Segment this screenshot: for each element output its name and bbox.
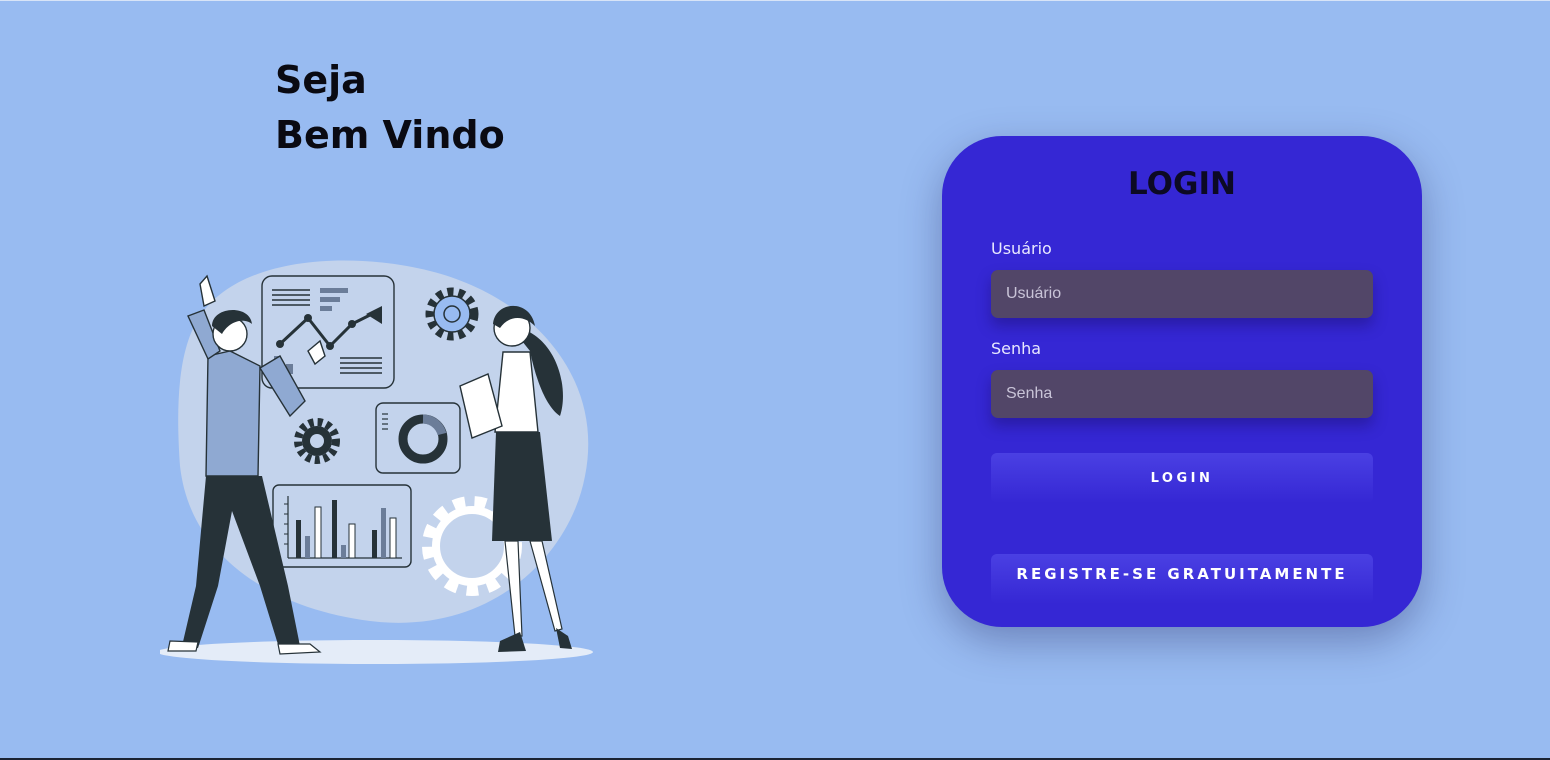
- welcome-line-1: Seja: [275, 58, 367, 102]
- welcome-line-2: Bem Vindo: [275, 113, 505, 157]
- donut-chart-panel: [375, 402, 461, 474]
- login-button[interactable]: LOGIN: [991, 453, 1373, 503]
- register-button[interactable]: REGISTRE-SE GRATUITAMENTE: [991, 554, 1373, 604]
- login-title: LOGIN: [1128, 166, 1236, 202]
- welcome-heading: Seja Bem Vindo: [275, 53, 505, 163]
- bar-chart-panel: [272, 484, 412, 568]
- login-card: LOGIN Usuário Senha LOGIN REGISTRE-SE GR…: [942, 136, 1422, 627]
- password-label: Senha: [991, 339, 1042, 358]
- password-input[interactable]: [991, 370, 1373, 418]
- floor-shadow: [160, 640, 593, 664]
- username-label: Usuário: [991, 239, 1052, 258]
- team-analytics-illustration: [160, 260, 593, 664]
- username-input[interactable]: [991, 270, 1373, 318]
